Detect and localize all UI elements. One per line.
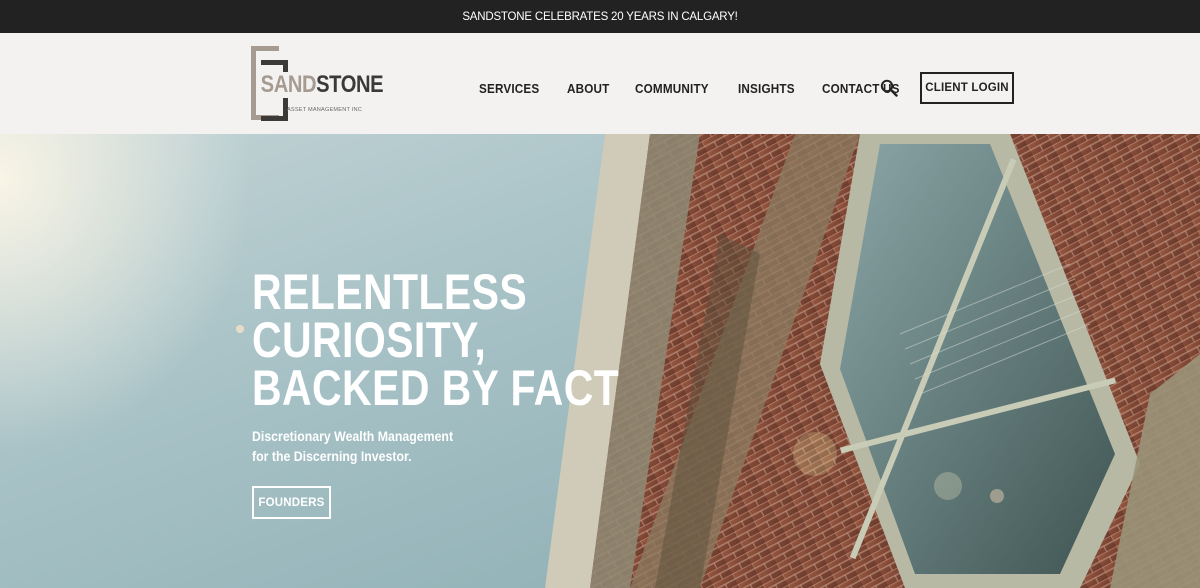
announcement-bar: SANDSTONE CELEBRATES 20 YEARS IN CALGARY… [0,0,1200,33]
main-nav: SERVICES ABOUT COMMUNITY INSIGHTS CONTAC… [479,81,909,96]
hero-title-line-1: RELENTLESS [252,264,528,320]
nav-community[interactable]: COMMUNITY [635,81,709,96]
hero-title-line-2: CURIOSITY, [252,312,487,368]
logo-word-stone: STONE [316,71,384,98]
hero-subtitle-line-1: Discretionary Wealth Management [252,428,454,444]
founders-button[interactable]: FOUNDERS [252,486,331,519]
hero-title-line-3: BACKED BY FACT [252,360,620,416]
client-login-button[interactable]: CLIENT LOGIN [920,72,1014,104]
logo-tagline: ASSET MANAGEMENT INC [287,107,362,113]
announcement-text: SANDSTONE CELEBRATES 20 YEARS IN CALGARY… [462,10,738,23]
hero-subtitle-line-2: for the Discerning Investor. [252,448,412,464]
nav-insights[interactable]: INSIGHTS [738,81,795,96]
sandstone-logo[interactable]: SANDSTONE ASSET MANAGEMENT INC [251,46,385,122]
nav-about[interactable]: ABOUT [567,81,609,96]
hero-section: RELENTLESS CURIOSITY, BACKED BY FACT Dis… [0,134,1200,588]
nav-services[interactable]: SERVICES [479,81,539,96]
logo-word-sand: SAND [260,71,317,98]
hero-title: RELENTLESS CURIOSITY, BACKED BY FACT [252,264,620,416]
logo-wordmark: SANDSTONE [259,72,385,98]
site-header: SANDSTONE ASSET MANAGEMENT INC SERVICES … [0,33,1200,134]
search-icon[interactable] [880,79,898,97]
hero-subtitle: Discretionary Wealth Management for the … [252,426,453,466]
